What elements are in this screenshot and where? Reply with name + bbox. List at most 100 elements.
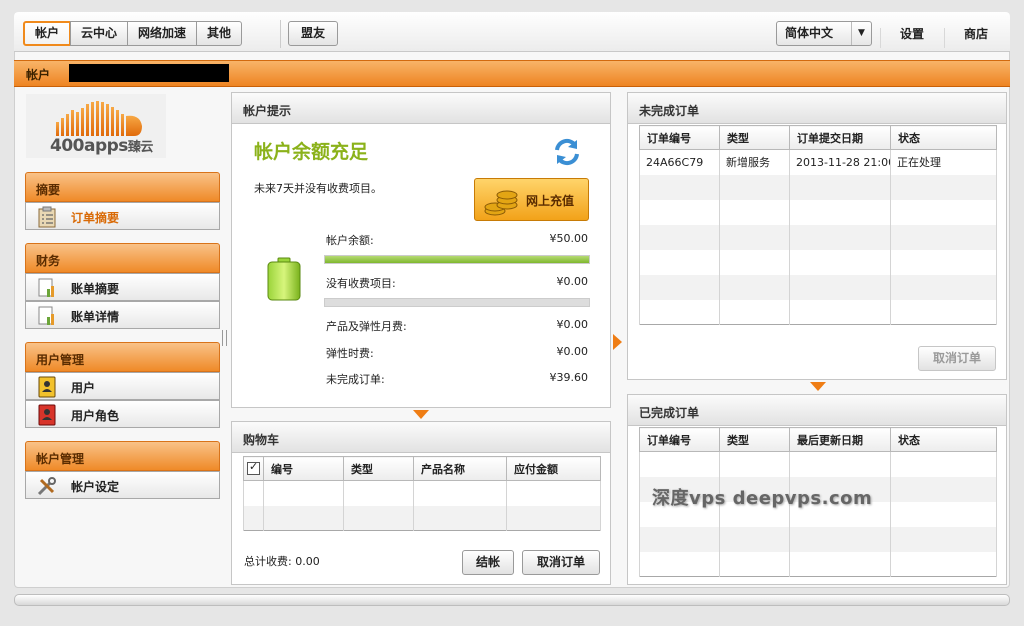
order-status-cell: 正在处理 <box>890 149 997 175</box>
pending-amount-value: ¥39.60 <box>549 371 589 384</box>
column-header[interactable]: 最后更新日期 <box>789 427 891 452</box>
table-row <box>639 249 997 275</box>
balance-progress-fill <box>325 256 589 263</box>
cart-total: 总计收费: 0.00 <box>244 555 320 568</box>
nav-divider <box>880 28 881 48</box>
checkout-button[interactable]: 结帐 <box>462 550 514 575</box>
clipboard-icon <box>38 206 56 228</box>
sidebar-item-bill-summary[interactable]: 账单摘要 <box>25 273 220 301</box>
table-row <box>639 551 997 577</box>
sidebar-item-order-summary[interactable]: 订单摘要 <box>25 202 220 230</box>
sidebar-item-bill-details[interactable]: 账单详情 <box>25 301 220 329</box>
sidebar-item-label: 帐户设定 <box>71 480 120 494</box>
pending-orders-panel: 未完成订单 订单编号 类型 订单提交日期 状态 24A66C79 新增服务 20… <box>627 92 1007 380</box>
column-header[interactable]: 状态 <box>890 427 997 452</box>
completed-orders-header: 订单编号 类型 最后更新日期 状态 <box>639 427 997 452</box>
language-select[interactable]: 简体中文 ▼ <box>776 21 872 46</box>
cancel-order-button[interactable]: 取消订单 <box>522 550 600 575</box>
settings-link[interactable]: 设置 <box>900 25 924 42</box>
cart-panel: 购物车 编号 类型 产品名称 应付金额 总计收费: 0.00 结帐 取消订单 <box>231 421 611 585</box>
pending-orders-title: 未完成订单 <box>628 93 1006 124</box>
completed-orders-title: 已完成订单 <box>628 395 1006 426</box>
select-all-checkbox[interactable] <box>247 460 260 476</box>
column-header[interactable]: 类型 <box>719 427 790 452</box>
no-charge-label: 没有收费项目: <box>326 277 396 290</box>
column-header[interactable]: 产品名称 <box>413 456 507 481</box>
elastic-fee-label: 弹性时费: <box>326 347 374 360</box>
order-id-cell: 24A66C79 <box>639 149 720 175</box>
nav-divider <box>280 20 281 48</box>
no-charge-value: ¥0.00 <box>556 275 589 288</box>
upcoming-charge-notice: 未来7天并没有收费项目。 <box>254 182 382 195</box>
table-row <box>639 526 997 552</box>
column-header[interactable]: 类型 <box>343 456 414 481</box>
column-header[interactable]: 状态 <box>890 125 997 150</box>
column-header[interactable]: 订单编号 <box>639 427 720 452</box>
order-type-cell: 新增服务 <box>719 149 790 175</box>
pending-cancel-order-button[interactable]: 取消订单 <box>918 346 996 371</box>
tab-cloud-center[interactable]: 云中心 <box>70 21 129 46</box>
select-all-cell <box>243 456 264 481</box>
balance-row: 帐户余额: ¥50.00 <box>326 232 588 248</box>
sidebar-item-account-settings[interactable]: 帐户设定 <box>25 471 220 499</box>
monthly-fee-value: ¥0.00 <box>556 318 589 331</box>
logo: 400apps臻云 <box>26 94 166 158</box>
monthly-fee-row: 产品及弹性月费: ¥0.00 <box>326 318 588 334</box>
watermark-text: 深度vps deepvps.com <box>652 488 873 509</box>
online-recharge-button[interactable]: 网上充值 <box>474 178 589 221</box>
cart-title: 购物车 <box>232 422 610 453</box>
tab-network-acceleration[interactable]: 网络加速 <box>127 21 198 46</box>
down-arrow-icon <box>413 410 429 419</box>
table-row[interactable]: 24A66C79 新增服务 2013-11-28 21:00 正在处理 <box>639 149 997 175</box>
balance-label: 帐户余额: <box>326 234 374 247</box>
sidebar-section-user-management[interactable]: 用户管理 <box>25 342 220 372</box>
column-header[interactable]: 类型 <box>719 125 790 150</box>
bottom-scrollbar[interactable] <box>14 594 1010 606</box>
table-row <box>639 299 997 325</box>
account-bar: 帐户 <box>14 60 1010 87</box>
cart-table: 编号 类型 产品名称 应付金额 <box>243 456 601 531</box>
balance-status-heading: 帐户余额充足 <box>254 141 369 163</box>
tab-account[interactable]: 帐户 <box>23 21 72 46</box>
coins-icon <box>484 190 518 216</box>
order-date-cell: 2013-11-28 21:00 <box>789 149 891 175</box>
sidebar-item-label: 账单详情 <box>71 310 120 324</box>
sidebar-item-users[interactable]: 用户 <box>25 372 220 400</box>
recharge-label: 网上充值 <box>526 194 575 208</box>
pending-amount-row: 未完成订单: ¥39.60 <box>326 371 588 387</box>
top-nav: 帐户 云中心 网络加速 其他 盟友 简体中文 ▼ 设置 商店 <box>14 12 1010 52</box>
user-role-icon <box>38 404 56 426</box>
elastic-fee-value: ¥0.00 <box>556 345 589 358</box>
table-row <box>243 505 601 531</box>
table-row <box>243 480 601 506</box>
tab-friends[interactable]: 盟友 <box>288 21 339 46</box>
battery-icon <box>267 257 301 301</box>
column-header[interactable]: 订单编号 <box>639 125 720 150</box>
sidebar-section-finance[interactable]: 财务 <box>25 243 220 273</box>
store-link[interactable]: 商店 <box>964 25 988 42</box>
tab-other[interactable]: 其他 <box>196 21 243 46</box>
account-bar-label: 帐户 <box>26 68 51 82</box>
chevron-down-icon: ▼ <box>851 22 871 45</box>
pending-orders-table: 订单编号 类型 订单提交日期 状态 24A66C79 新增服务 2013-11-… <box>639 125 997 325</box>
column-header[interactable]: 应付金额 <box>506 456 601 481</box>
table-row <box>639 224 997 250</box>
sidebar-item-user-roles[interactable]: 用户角色 <box>25 400 220 428</box>
charge-progress-bar <box>324 298 590 307</box>
right-arrow-icon <box>613 334 622 350</box>
no-charge-row: 没有收费项目: ¥0.00 <box>326 275 588 291</box>
column-header[interactable]: 编号 <box>263 456 344 481</box>
balance-value: ¥50.00 <box>549 232 589 245</box>
bill-chart-icon <box>38 306 54 325</box>
sidebar-item-label: 用户角色 <box>71 409 120 423</box>
redacted-account-name <box>69 64 229 82</box>
sidebar-section-summary[interactable]: 摘要 <box>25 172 220 202</box>
main-tabs: 帐户 云中心 网络加速 其他 <box>23 21 243 46</box>
column-header[interactable]: 订单提交日期 <box>789 125 891 150</box>
table-row <box>639 199 997 225</box>
sidebar-item-label: 账单摘要 <box>71 282 120 296</box>
cart-table-header: 编号 类型 产品名称 应付金额 <box>243 456 601 481</box>
sidebar-section-account-management[interactable]: 帐户管理 <box>25 441 220 471</box>
refresh-icon[interactable] <box>551 136 583 168</box>
sidebar-splitter-handle[interactable] <box>222 330 227 346</box>
